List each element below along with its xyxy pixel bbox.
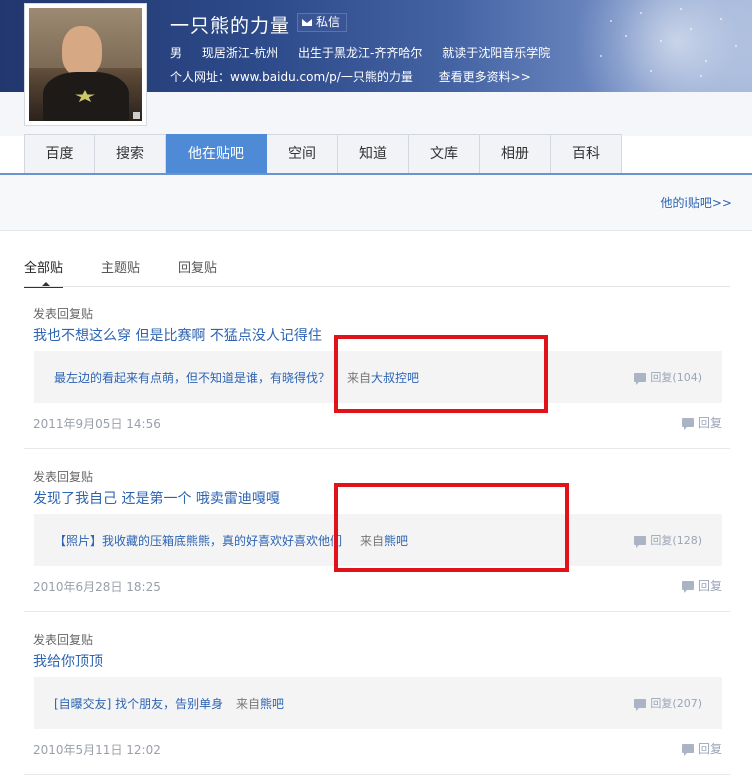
profile-name: 一只熊的力量 (170, 15, 291, 37)
quoted-reply-count[interactable]: 回复(104) (634, 369, 702, 385)
filter-all-posts[interactable]: 全部贴 (24, 257, 64, 288)
post-type: 发表回复贴 (33, 470, 94, 484)
private-message-label: 私信 (316, 15, 341, 29)
post-date: 2010年6月28日 18:25 (33, 580, 161, 594)
reply-button[interactable]: 回复 (681, 577, 722, 594)
my-tieba-link[interactable]: 他的i贴吧>> (661, 194, 732, 211)
banner-seed (650, 70, 652, 72)
profile-school: 就读于沈阳音乐学院 (442, 46, 551, 60)
quoted-post: [自曝交友] 找个朋友，告别单身 来自熊吧 回复(207) (34, 677, 722, 729)
envelope-icon (302, 19, 312, 26)
profile-homepage-link[interactable]: 个人网址：www.baidu.com/p/一只熊的力量 (170, 70, 413, 84)
post-date: 2010年5月11日 12:02 (33, 743, 161, 757)
post-divider (24, 774, 730, 775)
comment-icon (634, 698, 647, 711)
banner-seed (720, 18, 722, 20)
avatar[interactable] (24, 3, 147, 126)
post-date: 2011年9月05日 14:56 (33, 417, 161, 431)
reply-button[interactable]: 回复 (681, 740, 722, 757)
tab-search[interactable]: 搜索 (95, 134, 166, 174)
comment-icon (681, 581, 694, 593)
post-source: 来自熊吧 (236, 697, 285, 711)
quoted-post-title[interactable]: [自曝交友] 找个朋友，告别单身 (54, 695, 223, 712)
filter-all-label: 全部贴 (24, 261, 64, 276)
profile-location: 现居浙江-杭州 (201, 46, 279, 60)
comment-icon (634, 372, 647, 385)
banner-seed (660, 40, 662, 42)
quoted-reply-count[interactable]: 回复(207) (634, 695, 702, 711)
banner-seed (705, 60, 707, 62)
tab-baidu[interactable]: 百度 (24, 134, 95, 174)
banner-seed (735, 45, 737, 47)
comment-icon (681, 418, 694, 430)
quoted-post-title[interactable]: 最左边的看起来有点萌，但不知道是谁，有晓得伐？ (54, 369, 330, 386)
post-filter-tabs: 全部贴 主题贴 回复贴 (24, 257, 255, 288)
highlight-box (334, 483, 569, 572)
reply-button[interactable]: 回复 (681, 414, 722, 431)
tab-album[interactable]: 相册 (480, 134, 551, 174)
tab-space[interactable]: 空间 (267, 134, 338, 174)
post-title[interactable]: 我也不想这么穿 但是比赛啊 不猛点没人记得住 (33, 325, 322, 345)
post-divider (24, 611, 730, 612)
post-divider (24, 448, 730, 449)
comment-icon (634, 535, 647, 548)
banner-seed (610, 20, 612, 22)
source-bar-link[interactable]: 熊吧 (260, 697, 284, 711)
profile-birthplace: 出生于黑龙江-齐齐哈尔 (298, 46, 423, 60)
post-title[interactable]: 我给你顶顶 (33, 651, 103, 671)
tab-wenku[interactable]: 文库 (409, 134, 480, 174)
banner-seed (690, 28, 692, 30)
banner-seed (600, 55, 602, 57)
post-type: 发表回复贴 (33, 633, 94, 647)
quoted-reply-count[interactable]: 回复(128) (634, 532, 702, 548)
banner-seed (625, 35, 627, 37)
profile-info: 男 现居浙江-杭州 出生于黑龙江-齐齐哈尔 就读于沈阳音乐学院 (170, 44, 566, 61)
filter-reply-posts[interactable]: 回复贴 (178, 257, 217, 286)
comment-icon (681, 744, 694, 756)
highlight-box (334, 335, 548, 413)
filter-divider (24, 286, 730, 287)
sub-header (0, 175, 752, 231)
profile-gender: 男 (170, 46, 183, 60)
profile-url-line: 个人网址：www.baidu.com/p/一只熊的力量 查看更多资料>> (170, 68, 531, 85)
filter-topic-posts[interactable]: 主题贴 (101, 257, 140, 286)
banner-seed (640, 12, 642, 14)
banner-seed (700, 75, 702, 77)
post-title[interactable]: 发现了我自己 还是第一个 哦卖雷迪嘎嘎 (33, 488, 280, 508)
more-info-link[interactable]: 查看更多资料>> (439, 70, 531, 84)
tab-zhidao[interactable]: 知道 (338, 134, 409, 174)
avatar-photo (29, 8, 142, 121)
list-item: 发表回复贴 我给你顶顶 [自曝交友] 找个朋友，告别单身 来自熊吧 回复(207… (24, 622, 730, 772)
banner-seed (680, 8, 682, 10)
private-message-button[interactable]: 私信 (297, 13, 348, 32)
quoted-post-title[interactable]: 【照片】我收藏的压箱底熊熊，真的好喜欢好喜欢他们 (54, 532, 344, 549)
product-tabs: 百度 搜索 他在贴吧 空间 知道 文库 相册 百科 (24, 134, 622, 174)
tab-baike[interactable]: 百科 (551, 134, 622, 174)
tab-tieba[interactable]: 他在贴吧 (166, 134, 267, 174)
post-type: 发表回复贴 (33, 307, 94, 321)
